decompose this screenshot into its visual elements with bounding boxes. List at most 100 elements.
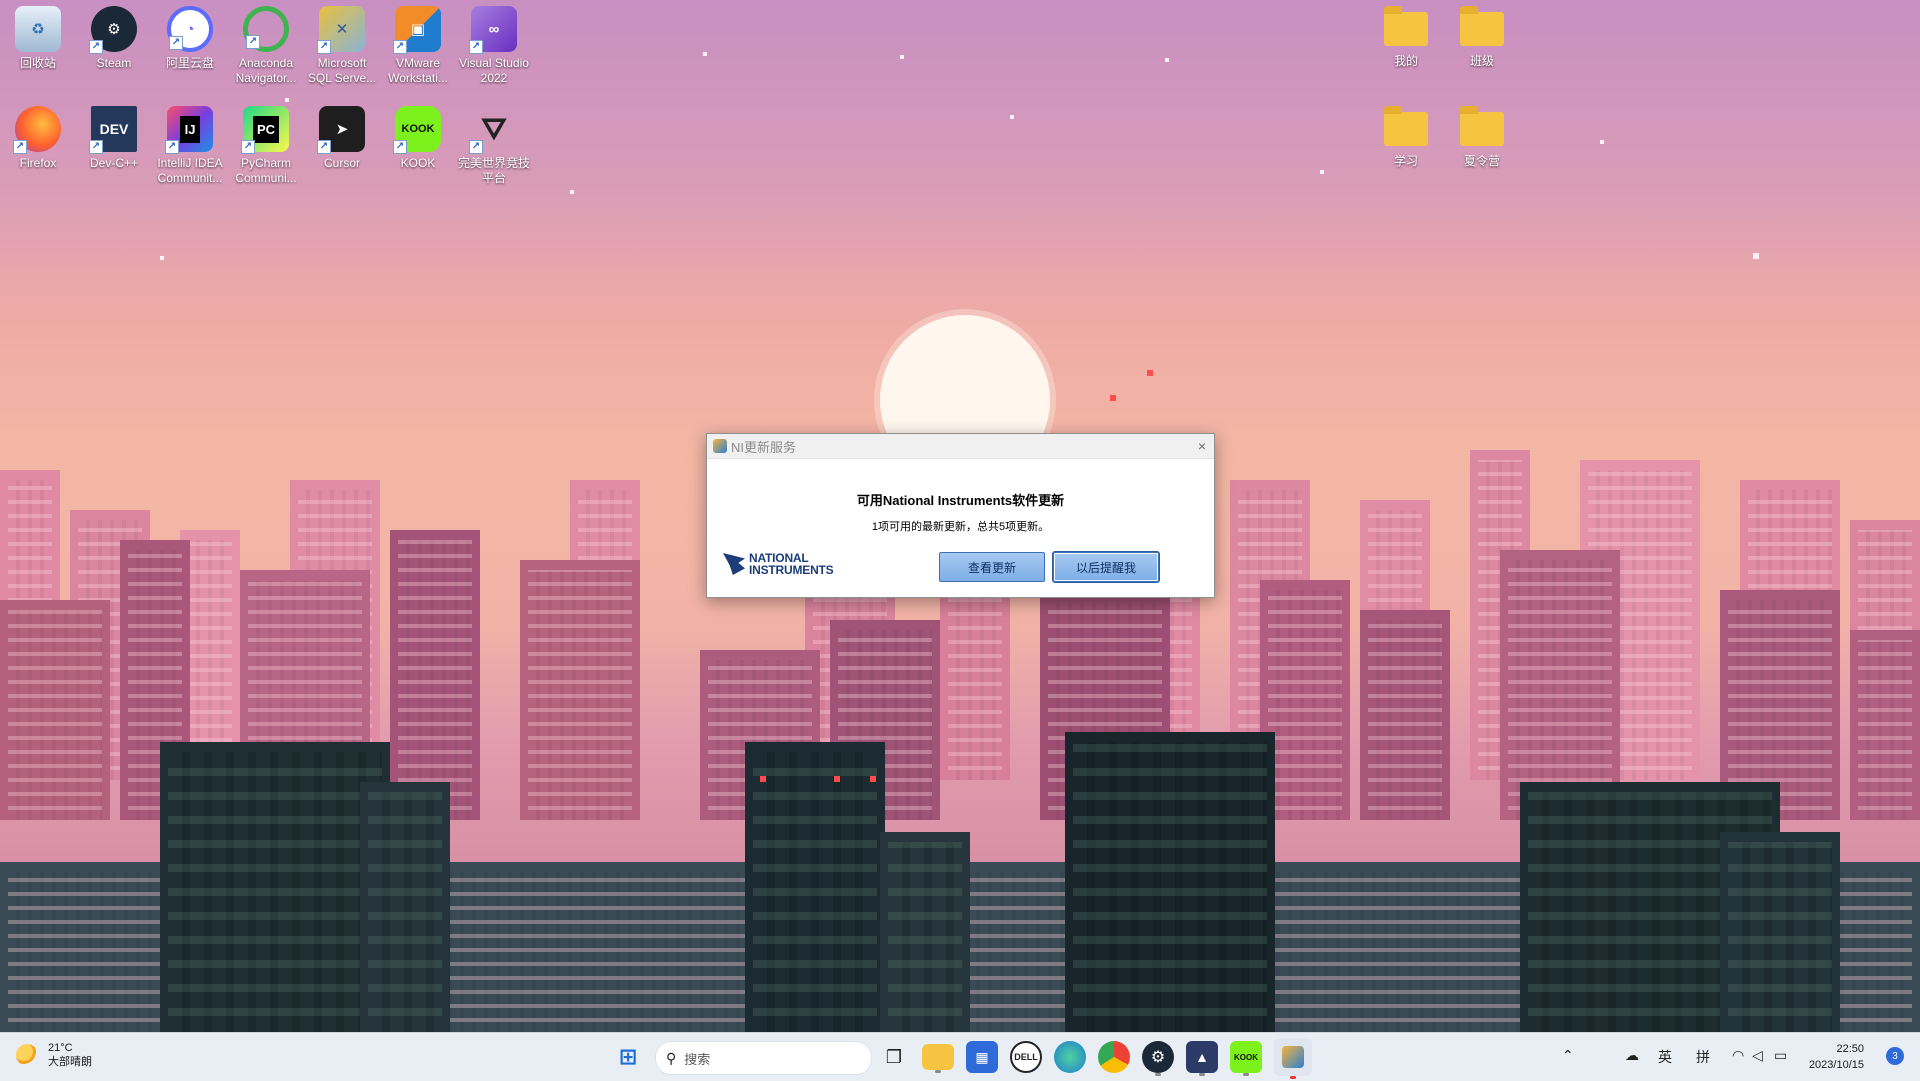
chrome-icon[interactable] [1098,1041,1130,1073]
pycharm-icon: PC ↗ [241,106,289,154]
desktop-folder-xialingying[interactable]: 夏令营 [1444,100,1520,169]
weather-sun-icon [16,1044,38,1066]
desktop-icon-label: 班级 [1469,54,1494,68]
desktop-icon-label: KOOK [400,156,436,170]
desktop-icon-sql-server[interactable]: ✕ ↗ Microsoft SQL Serve... [304,0,380,86]
desktop-icon-label: 我的 [1393,54,1418,68]
desktop-icon-label: VMware Workstati... [388,56,448,85]
dialog-heading: 可用National Instruments软件更新 [856,493,1065,508]
desktop: ♻ 回收站 ⚙ ↗ Steam ◔ ↗ 阿里云盘 ↗ Anaconda Naviga… [0,0,1920,1032]
ime-indicator[interactable]: 拼 [1696,1047,1710,1067]
file-explorer-icon[interactable] [922,1044,954,1073]
desktop-folder-banji[interactable]: 班级 [1444,0,1520,69]
task-view-icon[interactable]: ❐ [878,1041,910,1073]
dev-cpp-icon: DEV ↗ [89,106,137,154]
input-lang-indicator[interactable]: 英 [1658,1047,1672,1067]
ni-update-taskbar-button[interactable] [1274,1038,1312,1079]
desktop-icon-perfect-world[interactable]: ⛛ ↗ 完美世界竞技平台 [456,100,532,186]
desktop-icon-recycle-bin[interactable]: ♻ 回收站 [0,0,76,71]
desktop-icon-label: Steam [96,56,132,70]
star [1600,140,1604,144]
red-light [834,776,840,782]
view-updates-button[interactable]: 查看更新 [939,552,1045,582]
onedrive-icon[interactable]: ☁ [1625,1047,1639,1064]
folder-icon [1384,6,1428,46]
dell-icon[interactable]: DELL [1010,1041,1042,1073]
remind-later-button[interactable]: 以后提醒我 [1053,552,1159,582]
desktop-icon-dev-cpp[interactable]: DEV ↗ Dev-C++ [76,100,152,171]
red-light [760,776,766,782]
vmware-icon: ▣ ↗ [393,6,441,54]
star [160,256,164,260]
desktop-icon-label: Firefox [19,156,57,170]
cursor-icon: ➤ ↗ [317,106,365,154]
desktop-icon-kook[interactable]: KOOK ↗ KOOK [380,100,456,171]
clock[interactable]: 22:50 2023/10/15 [1809,1041,1864,1073]
clock-date: 2023/10/15 [1808,1059,1864,1071]
desktop-icon-steam[interactable]: ⚙ ↗ Steam [76,0,152,71]
cat-app-icon[interactable]: ▲ [1186,1041,1218,1076]
notification-badge[interactable]: 3 [1886,1047,1904,1065]
folder-icon [1460,106,1504,146]
desktop-icon-label: Cursor [323,156,360,170]
ni-update-icon [1282,1046,1304,1068]
desktop-icon-label: Visual Studio 2022 [459,56,529,85]
dialog-titlebar[interactable]: NI更新服务 × [707,434,1214,459]
edge-dev-icon[interactable] [1054,1041,1086,1073]
desktop-icon-label: Dev-C++ [89,156,139,170]
weather-widget[interactable]: 21°C 大部晴朗 [16,1041,92,1069]
desktop-icon-pycharm[interactable]: PC ↗ PyCharm Communi... [228,100,304,186]
red-light [870,776,876,782]
ni-update-dialog: NI更新服务 × 可用National Instruments软件更新 1项可用… [706,433,1215,598]
anaconda-icon: ↗ [243,6,289,52]
desktop-icon-label: 学习 [1393,154,1418,168]
volume-icon[interactable]: ◁ [1752,1047,1763,1064]
desktop-icon-intellij[interactable]: IJ ↗ IntelliJ IDEA Communit... [152,100,228,186]
desktop-icon-label: 回收站 [19,56,56,70]
kook-icon: KOOK ↗ [393,106,441,154]
kook-icon[interactable]: KOOK [1230,1041,1262,1076]
folder-icon [1460,6,1504,46]
desktop-icon-vmware[interactable]: ▣ ↗ VMware Workstati... [380,0,456,86]
sql-server-icon: ✕ ↗ [317,6,365,54]
desktop-icon-aliyun-drive[interactable]: ◔ ↗ 阿里云盘 [152,0,228,71]
desktop-icon-cursor[interactable]: ➤ ↗ Cursor [304,100,380,171]
desktop-icon-label: 夏令营 [1463,154,1500,168]
star [1320,170,1324,174]
star [703,52,707,56]
steam-icon[interactable]: ⚙ [1142,1041,1174,1076]
desktop-icon-label: 阿里云盘 [165,56,214,70]
star [1010,115,1014,119]
close-button[interactable]: × [1198,438,1206,454]
star [570,190,574,194]
wifi-icon[interactable]: ◠ [1732,1047,1744,1064]
weather-desc: 大部晴朗 [48,1056,92,1068]
desktop-folder-wode[interactable]: 我的 [1368,0,1444,69]
weather-temp: 21°C [48,1042,73,1054]
desktop-icon-label: 完美世界竞技平台 [457,156,530,185]
desktop-folder-xuexi[interactable]: 学习 [1368,100,1444,169]
desktop-icon-label: IntelliJ IDEA Communit... [157,156,223,185]
microsoft-store-icon[interactable]: ▦ [966,1041,998,1073]
search-placeholder: 搜索 [684,1051,711,1067]
desktop-icon-label: Anaconda Navigator... [235,56,297,85]
folder-icon [1384,106,1428,146]
desktop-icon-visual-studio[interactable]: ∞ ↗ Visual Studio 2022 [456,0,532,86]
battery-icon[interactable]: ▭ [1774,1047,1787,1064]
taskbar: 21°C 大部晴朗 ⊞ ⚲ 搜索 ❐ ▦ DELL ⚙ ▲ KOOK ⌃ ☁ 英… [0,1032,1920,1081]
steam-icon: ⚙ ↗ [89,6,137,54]
red-light [1110,395,1116,401]
search-input[interactable]: ⚲ 搜索 [655,1041,872,1075]
desktop-icon-anaconda[interactable]: ↗ Anaconda Navigator... [228,0,304,86]
red-light [1147,370,1153,376]
dialog-subtext: 1项可用的最新更新，总共5项更新。 [871,521,1050,533]
star [1165,58,1169,62]
logo-line-2: INSTRUMENTS [749,563,834,577]
perfect-world-icon: ⛛ ↗ [469,106,517,154]
start-icon[interactable]: ⊞ [612,1041,644,1073]
desktop-icon-label: PyCharm Communi... [235,156,297,185]
clock-time: 22:50 [1836,1043,1864,1055]
ni-eagle-icon [723,553,745,575]
chevron-up-icon[interactable]: ⌃ [1562,1047,1574,1064]
desktop-icon-firefox[interactable]: ↗ Firefox [0,100,76,171]
